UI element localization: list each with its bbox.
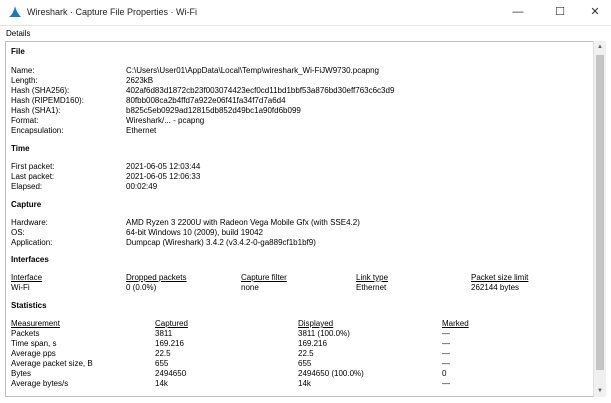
section-file-heading: File bbox=[11, 47, 25, 56]
field-label: OS: bbox=[11, 228, 25, 237]
wireshark-fin-icon bbox=[9, 6, 21, 17]
field-value: 00:02:49 bbox=[126, 182, 158, 191]
stats-row-marked: — bbox=[442, 349, 450, 358]
interfaces-header-filter: Capture filter bbox=[241, 273, 287, 282]
field-label: Format: bbox=[11, 116, 39, 125]
stats-row-measurement: Time span, s bbox=[11, 339, 57, 348]
stats-row-measurement: Packets bbox=[11, 329, 40, 338]
file-format-row: Format: Wireshark/... - pcapng bbox=[11, 116, 586, 126]
field-label: Name: bbox=[11, 66, 35, 75]
stats-row-marked: 0 bbox=[442, 369, 447, 378]
field-label: Last packet: bbox=[11, 172, 55, 181]
field-label: Elapsed: bbox=[11, 182, 43, 191]
field-value: AMD Ryzen 3 2200U with Radeon Vega Mobil… bbox=[126, 218, 360, 227]
section-capture-heading: Capture bbox=[11, 200, 42, 209]
interface-size-limit-cell: 262144 bytes bbox=[471, 283, 520, 292]
field-value: Wireshark/... - pcapng bbox=[126, 116, 205, 125]
interfaces-header-dropped: Dropped packets bbox=[126, 273, 187, 282]
stats-row-captured: 14k bbox=[155, 379, 168, 388]
field-value: 2021-06-05 12:06:33 bbox=[126, 172, 201, 181]
file-name-row: Name: C:\Users\User01\AppData\Local\Temp… bbox=[11, 66, 586, 76]
stats-row-measurement: Average pps bbox=[11, 349, 56, 358]
stats-row-marked: — bbox=[442, 339, 450, 348]
stats-row-marked: — bbox=[442, 379, 450, 388]
field-label: Hardware: bbox=[11, 218, 48, 227]
file-length-row: Length: 2623kB bbox=[11, 76, 586, 86]
scrollbar-thumb[interactable] bbox=[596, 55, 604, 370]
title-bar: Wireshark · Capture File Properties · Wi… bbox=[0, 0, 611, 26]
stats-header-displayed: Displayed bbox=[298, 319, 334, 328]
file-ripemd160-row: Hash (RIPEMD160): 80fbb008ca2b4ffd7a922e… bbox=[11, 96, 586, 106]
capture-hardware-row: Hardware: AMD Ryzen 3 2200U with Radeon … bbox=[11, 218, 586, 228]
interfaces-header-size-limit: Packet size limit bbox=[471, 273, 529, 282]
section-interfaces-heading: Interfaces bbox=[11, 255, 49, 264]
stats-row-displayed: 169.216 bbox=[298, 339, 327, 348]
properties-panel[interactable]: File Name: C:\Users\User01\AppData\Local… bbox=[5, 41, 595, 397]
stats-row-displayed: 655 bbox=[298, 359, 312, 368]
file-encapsulation-row: Encapsulation: Ethernet bbox=[11, 126, 586, 136]
time-elapsed-row: Elapsed: 00:02:49 bbox=[11, 182, 586, 192]
maximize-button[interactable]: ☐ bbox=[542, 0, 578, 24]
minimize-button[interactable]: — bbox=[500, 0, 536, 24]
field-value: 402af6d83d1872cb23f003074423ecf0cd11bd1b… bbox=[126, 86, 395, 95]
window-title: Wireshark · Capture File Properties · Wi… bbox=[27, 7, 198, 17]
field-label: Hash (RIPEMD160): bbox=[11, 96, 84, 105]
field-label: Hash (SHA1): bbox=[11, 106, 61, 115]
section-statistics-heading: Statistics bbox=[11, 301, 47, 310]
interface-name-cell: Wi-Fi bbox=[11, 283, 30, 292]
scroll-down-arrow-icon[interactable]: ▼ bbox=[594, 385, 606, 397]
stats-row-captured: 655 bbox=[155, 359, 169, 368]
stats-row-captured: 169.216 bbox=[155, 339, 184, 348]
interface-dropped-cell: 0 (0.0%) bbox=[126, 283, 157, 292]
stats-row-captured: 22.5 bbox=[155, 349, 171, 358]
stats-row-displayed: 2494650 (100.0%) bbox=[298, 369, 364, 378]
section-time-heading: Time bbox=[11, 144, 30, 153]
close-button[interactable]: ✕ bbox=[577, 0, 611, 24]
field-value: C:\Users\User01\AppData\Local\Temp\wires… bbox=[126, 66, 379, 75]
field-label: Length: bbox=[11, 76, 38, 85]
stats-header-captured: Captured bbox=[155, 319, 188, 328]
field-label: Application: bbox=[11, 238, 53, 247]
stats-row-measurement: Bytes bbox=[11, 369, 32, 378]
field-value: b825c5eb0929ad12815db852d49bc1a90fd6b099 bbox=[126, 106, 301, 115]
time-last-packet-row: Last packet: 2021-06-05 12:06:33 bbox=[11, 172, 586, 182]
field-label: First packet: bbox=[11, 162, 55, 171]
interfaces-header-link-type: Link type bbox=[356, 273, 389, 282]
stats-row-captured: 3811 bbox=[155, 329, 173, 338]
field-value: Ethernet bbox=[126, 126, 157, 135]
field-label: Encapsulation: bbox=[11, 126, 64, 135]
capture-os-row: OS: 64-bit Windows 10 (2009), build 1904… bbox=[11, 228, 586, 238]
file-sha256-row: Hash (SHA256): 402af6d83d1872cb23f003074… bbox=[11, 86, 586, 96]
details-label: Details bbox=[6, 29, 31, 38]
stats-header-measurement: Measurement bbox=[11, 319, 60, 328]
stats-row-measurement: Average bytes/s bbox=[11, 379, 69, 388]
field-value: 80fbb008ca2b4ffd7a922e06f41fa34f7d7a6d4 bbox=[126, 96, 286, 105]
capture-application-row: Application: Dumpcap (Wireshark) 3.4.2 (… bbox=[11, 238, 586, 248]
interfaces-header-interface: Interface bbox=[11, 273, 43, 282]
stats-row-captured: 2494650 bbox=[155, 369, 187, 378]
interface-link-type-cell: Ethernet bbox=[356, 283, 387, 292]
time-first-packet-row: First packet: 2021-06-05 12:03:44 bbox=[11, 162, 586, 172]
field-label: Hash (SHA256): bbox=[11, 86, 70, 95]
field-value: 2021-06-05 12:03:44 bbox=[126, 162, 201, 171]
stats-row-displayed: 14k bbox=[298, 379, 311, 388]
stats-row-marked: — bbox=[442, 329, 450, 338]
stats-row-displayed: 22.5 bbox=[298, 349, 314, 358]
stats-row-measurement: Average packet size, B bbox=[11, 359, 93, 368]
menu-bar: Details bbox=[0, 26, 611, 40]
stats-row-marked: — bbox=[442, 359, 450, 368]
stats-row-displayed: 3811 (100.0%) bbox=[298, 329, 350, 338]
vertical-scrollbar[interactable]: ▲ ▼ bbox=[593, 41, 606, 397]
interface-filter-cell: none bbox=[241, 283, 259, 292]
field-value: Dumpcap (Wireshark) 3.4.2 (v3.4.2-0-ga88… bbox=[126, 238, 316, 247]
field-value: 64-bit Windows 10 (2009), build 19042 bbox=[126, 228, 263, 237]
scroll-up-arrow-icon[interactable]: ▲ bbox=[594, 41, 606, 53]
field-value: 2623kB bbox=[126, 76, 154, 85]
file-sha1-row: Hash (SHA1): b825c5eb0929ad12815db852d49… bbox=[11, 106, 586, 116]
stats-header-marked: Marked bbox=[442, 319, 469, 328]
